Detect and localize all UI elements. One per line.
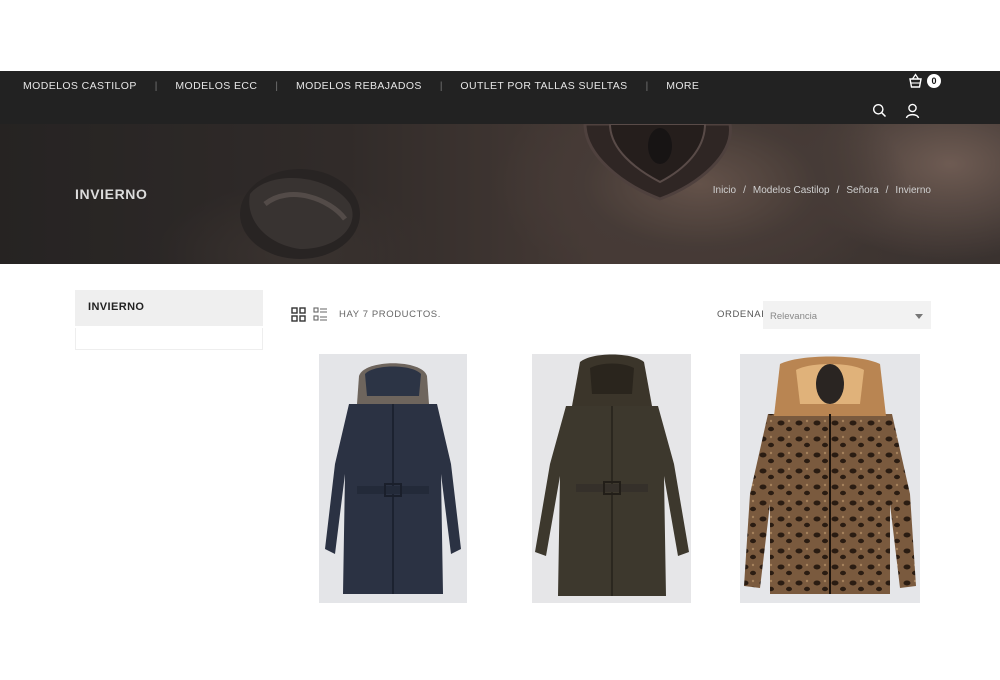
top-blank-area [0,0,1000,71]
nav-link-modelos-castilop[interactable]: MODELOS CASTILOP [23,80,137,92]
breadcrumb-link-inicio[interactable]: Inicio [713,185,736,196]
nav-links: MODELOS CASTILOP | MODELOS ECC | MODELOS… [23,76,699,96]
product-list-toolbar: HAY 7 PRODUCTOS. ORDENAR POR: Relevancia [291,301,931,329]
nav-separator: | [439,80,443,92]
nav-separator: | [275,80,278,92]
product-image-leopard-jacket[interactable] [740,354,920,603]
cart-button[interactable]: 0 [907,73,941,90]
breadcrumb-separator: / [885,185,889,196]
product-image-olive-coat[interactable] [532,354,691,603]
user-icon[interactable] [905,103,920,119]
nav-link-modelos-rebajados[interactable]: MODELOS REBAJADOS [296,80,422,92]
sort-label: ORDENAR POR: [717,309,763,320]
breadcrumb: Inicio / Modelos Castilop / Señora / Inv… [713,185,931,196]
caret-down-icon [915,314,923,319]
breadcrumb-separator: / [836,185,840,196]
category-sidebar: INVIERNO [75,290,263,350]
list-view-icon[interactable] [313,307,328,322]
sort-select[interactable]: Relevancia [763,301,931,329]
grid-view-icon[interactable] [291,307,306,322]
sidebar-body [75,328,263,350]
breadcrumb-current-invierno: Invierno [895,185,931,196]
breadcrumb-separator: / [743,185,746,196]
main-navbar: MODELOS CASTILOP | MODELOS ECC | MODELOS… [0,71,1000,124]
cart-count-badge: 0 [927,74,941,88]
nav-link-modelos-ecc[interactable]: MODELOS ECC [175,80,257,92]
page-title: INVIERNO [75,186,148,202]
shopping-basket-icon [909,73,922,88]
sidebar-title[interactable]: INVIERNO [75,290,263,326]
category-hero-banner: INVIERNO Inicio / Modelos Castilop / Señ… [0,124,1000,264]
nav-link-more[interactable]: MORE [666,80,699,92]
sort-selected-value: Relevancia [770,311,817,322]
nav-separator: | [154,80,158,92]
product-count: HAY 7 PRODUCTOS. [339,309,441,320]
nav-separator: | [645,80,649,92]
breadcrumb-link-modelos-castilop[interactable]: Modelos Castilop [753,185,830,196]
product-card[interactable] [532,354,691,603]
product-card[interactable] [740,354,920,603]
breadcrumb-link-senora[interactable]: Señora [846,185,878,196]
product-image-navy-coat[interactable] [319,354,467,603]
search-icon[interactable] [872,103,887,118]
nav-link-outlet[interactable]: OUTLET POR TALLAS SUELTAS [460,80,627,92]
product-card[interactable] [319,354,467,603]
